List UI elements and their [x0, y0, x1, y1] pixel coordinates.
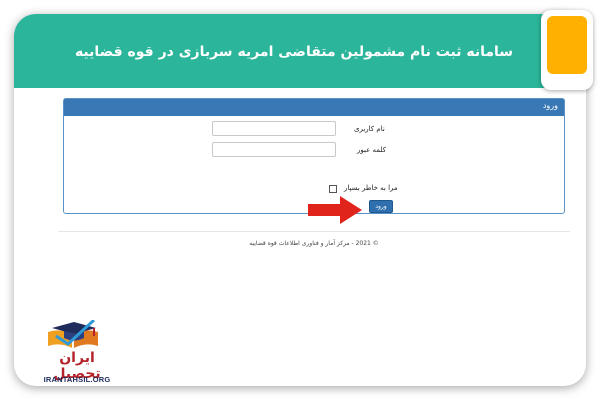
watermark-url: IRANTAHSIL.ORG: [43, 375, 111, 384]
corner-tab-decoration: [541, 10, 593, 90]
password-label: کلمه عبور: [357, 146, 386, 154]
screenshot-frame: سامانه ثبت نام مشمولین متقاضی امریه سربا…: [14, 14, 586, 386]
right-arrow-icon: [308, 196, 362, 224]
login-panel-title: ورود: [542, 101, 558, 110]
login-button[interactable]: ورود: [369, 200, 393, 213]
username-label: نام کاربری: [354, 125, 385, 133]
username-input[interactable]: [212, 121, 336, 136]
login-panel-header: ورود: [64, 99, 564, 116]
site-header: سامانه ثبت نام مشمولین متقاضی امریه سربا…: [14, 14, 586, 88]
password-input[interactable]: [212, 142, 336, 157]
watermark-logo: ایران تحصیل IRANTAHSIL.ORG: [38, 320, 116, 386]
corner-tab: [547, 16, 587, 74]
remember-me-checkbox[interactable]: [329, 185, 337, 193]
footer-divider: [58, 231, 570, 232]
footer-copyright: © 2021 - مرکز آمار و فناوری اطلاعات قوه …: [249, 240, 379, 247]
remember-me-label: مرا به خاطر بسپار: [344, 184, 398, 192]
site-title: سامانه ثبت نام مشمولین متقاضی امریه سربا…: [74, 44, 514, 60]
graduation-cap-book-icon: [48, 320, 98, 348]
